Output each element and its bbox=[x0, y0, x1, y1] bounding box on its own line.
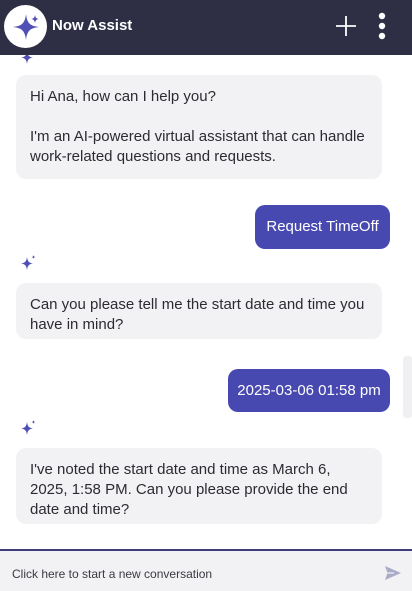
assistant-sparkle-icon bbox=[21, 420, 36, 435]
send-icon bbox=[385, 566, 401, 580]
more-options-button[interactable] bbox=[372, 12, 392, 42]
sparkle-logo-icon bbox=[4, 5, 47, 48]
message-line: I've noted the start date and time as Ma… bbox=[30, 461, 331, 478]
send-button[interactable] bbox=[383, 564, 403, 582]
app-header: Now Assist bbox=[0, 0, 412, 55]
message-line: I'm an AI-powered virtual assistant that… bbox=[30, 128, 365, 145]
message-line: date and time? bbox=[30, 501, 130, 518]
assistant-sparkle-icon bbox=[21, 55, 33, 64]
start-conversation-prompt[interactable]: Click here to start a new conversation bbox=[12, 567, 212, 581]
message-line: work-related questions and requests. bbox=[30, 148, 276, 165]
message-line: 2025, 1:58 PM. Can you please provide th… bbox=[30, 481, 348, 498]
user-message: 2025-03-06 01:58 pm bbox=[228, 369, 390, 412]
message-line: Hi Ana, how can I help you? bbox=[30, 88, 216, 105]
message-text: Request TimeOff bbox=[266, 218, 379, 235]
user-message: Request TimeOff bbox=[255, 205, 390, 249]
new-conversation-button[interactable] bbox=[334, 14, 358, 38]
assistant-message: Can you please tell me the start date an… bbox=[16, 283, 382, 339]
message-line: have in mind? bbox=[30, 316, 124, 333]
message-line: Can you please tell me the start date an… bbox=[30, 296, 365, 313]
scrollbar-thumb[interactable] bbox=[403, 356, 412, 418]
kebab-menu-icon bbox=[378, 12, 386, 40]
message-text: 2025-03-06 01:58 pm bbox=[237, 381, 381, 399]
assistant-message: I've noted the start date and time as Ma… bbox=[16, 448, 382, 524]
app-title: Now Assist bbox=[52, 17, 133, 34]
plus-icon bbox=[336, 16, 356, 36]
new-conversation-bar[interactable]: Click here to start a new conversation bbox=[0, 549, 412, 591]
chat-transcript[interactable]: Hi Ana, how can I help you? I'm an AI-po… bbox=[0, 55, 412, 550]
assistant-sparkle-icon bbox=[21, 255, 36, 270]
message-line bbox=[30, 107, 368, 127]
assistant-message: Hi Ana, how can I help you? I'm an AI-po… bbox=[16, 75, 382, 179]
